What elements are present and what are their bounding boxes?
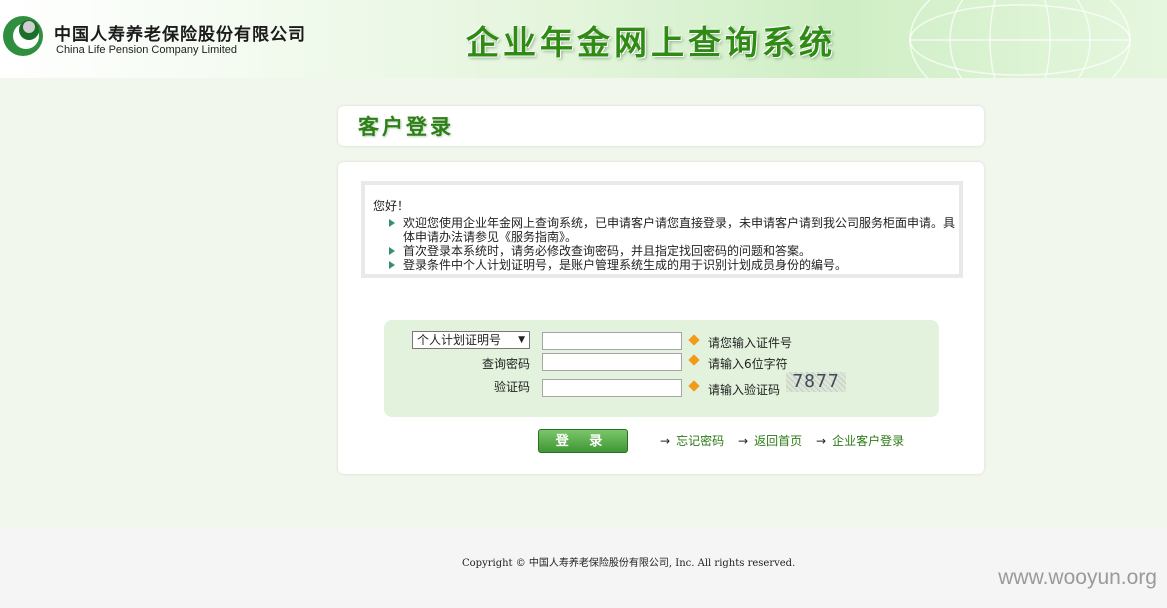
notice-greeting: 您好！ — [373, 199, 410, 213]
notice-item: 登录条件中个人计划证明号，是账户管理系统生成的用于识别计划成员身份的编号。 — [385, 258, 965, 272]
login-button[interactable]: 登 录 — [538, 429, 628, 453]
header-banner: 中国人寿养老保险股份有限公司 China Life Pension Compan… — [0, 0, 1167, 78]
login-title-box: 客户登录 — [338, 106, 984, 146]
login-panel: 您好！ 欢迎您使用企业年金网上查询系统，已申请客户请您直接登录，未申请客户请到我… — [338, 162, 984, 474]
triangle-bullet-icon — [389, 261, 395, 269]
copyright-text: Copyright © 中国人寿养老保险股份有限公司, Inc. All rig… — [462, 558, 796, 569]
globe-decoration-icon — [909, 0, 1131, 78]
arrow-right-icon: → — [738, 434, 749, 448]
company-name-cn: 中国人寿养老保险股份有限公司 — [54, 25, 306, 45]
dropdown-arrow-icon: ▼ — [518, 335, 525, 345]
password-input[interactable] — [542, 353, 682, 371]
arrow-right-icon: → — [660, 434, 671, 448]
triangle-bullet-icon — [389, 219, 395, 227]
home-link[interactable]: → 返回首页 — [738, 432, 802, 449]
page-title: 客户登录 — [358, 114, 454, 139]
notice-list: 欢迎您使用企业年金网上查询系统，已申请客户请您直接登录，未申请客户请到我公司服务… — [385, 216, 965, 272]
forgot-password-link[interactable]: → 忘记密码 — [660, 432, 724, 449]
enterprise-login-link[interactable]: → 企业客户登录 — [816, 432, 904, 449]
notice-item: 欢迎您使用企业年金网上查询系统，已申请客户请您直接登录，未申请客户请到我公司服务… — [385, 216, 965, 244]
watermark-text: www.wooyun.org — [998, 566, 1157, 589]
password-label: 查询密码 — [481, 357, 530, 371]
id-number-input[interactable] — [542, 332, 682, 350]
captcha-hint: 请输入验证码 — [708, 383, 781, 397]
diamond-hint-icon — [688, 334, 700, 346]
captcha-input[interactable] — [542, 379, 682, 397]
id-type-select[interactable]: 个人计划证明号 ▼ — [412, 331, 530, 349]
captcha-image[interactable]: 7877 — [786, 372, 846, 392]
captcha-label: 验证码 — [493, 380, 530, 394]
triangle-bullet-icon — [389, 247, 395, 255]
diamond-hint-icon — [688, 380, 700, 392]
system-title: 企业年金网上查询系统 — [466, 23, 836, 62]
footer: Copyright © 中国人寿养老保险股份有限公司, Inc. All rig… — [0, 528, 1167, 608]
notice-item: 首次登录本系统时，请务必修改查询密码，并且指定找回密码的问题和答案。 — [385, 244, 965, 258]
login-form: 个人计划证明号 ▼ 查询密码 验证码 请您输入证件号 请输入6位字符 请输入验证… — [384, 320, 939, 417]
id-hint: 请您输入证件号 — [708, 336, 793, 350]
password-hint: 请输入6位字符 — [708, 357, 788, 371]
notice-box: 您好！ 欢迎您使用企业年金网上查询系统，已申请客户请您直接登录，未申请客户请到我… — [361, 181, 963, 278]
company-name-en: China Life Pension Company Limited — [56, 44, 237, 56]
diamond-hint-icon — [688, 354, 700, 366]
china-life-logo-icon — [3, 16, 43, 56]
arrow-right-icon: → — [816, 434, 827, 448]
